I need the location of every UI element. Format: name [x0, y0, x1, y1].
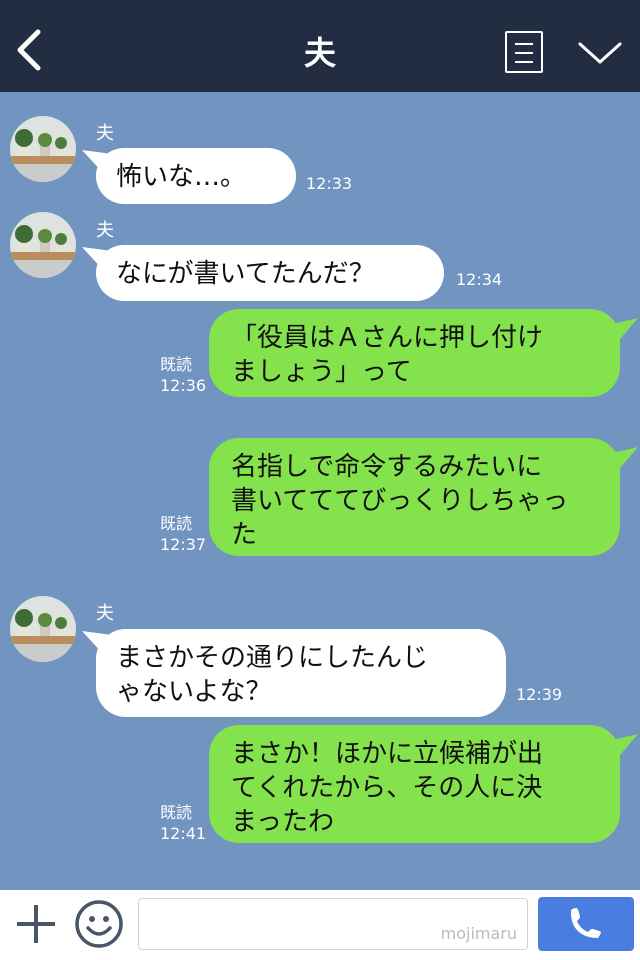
watermark: mojimaru [440, 924, 517, 943]
message-bubble[interactable]: 怖いな…。 [96, 148, 296, 204]
message-time: 12:37 [160, 535, 207, 554]
plant-photo-icon [10, 212, 76, 278]
emoji-button[interactable] [74, 899, 124, 949]
sender-name: 夫 [96, 220, 114, 241]
chat-area[interactable]: 夫 怖いな…。 12:33 夫 なにが書いてたんだ？ 12:34 既読 12:3… [0, 92, 640, 890]
smiley-icon [75, 900, 123, 948]
read-receipt: 既読 12:37 [160, 514, 207, 554]
message-bubble[interactable]: まさかその通りにしたんじ ゃないよな？ [96, 629, 506, 717]
call-button[interactable] [538, 897, 634, 951]
sender-name: 夫 [96, 603, 114, 624]
message-bubble[interactable]: まさか！ほかに立候補が出 てくれたから、その人に決 まったわ [209, 725, 620, 843]
message-bubble[interactable]: 「役員はＡさんに押し付け ましょう」って [209, 309, 620, 397]
phone-icon [571, 908, 601, 938]
plus-button[interactable] [14, 902, 58, 946]
chat-title: 夫 [303, 34, 336, 72]
message-input[interactable]: mojimaru [138, 898, 528, 950]
menu-button[interactable] [505, 31, 543, 73]
plus-icon [17, 905, 55, 943]
plant-photo-icon [10, 116, 76, 182]
message-time: 12:33 [306, 174, 353, 193]
chat-header: 夫 [0, 0, 640, 92]
message-time: 12:41 [160, 824, 207, 843]
collapse-button[interactable] [576, 38, 624, 68]
read-receipt: 既読 12:36 [160, 355, 207, 395]
plant-photo-icon [10, 596, 76, 662]
message-bubble[interactable]: 名指しで命令するみたいに 書いてててびっくりしちゃっ た [209, 438, 620, 556]
input-bar: mojimaru [0, 890, 640, 960]
message-time: 12:39 [516, 685, 563, 704]
avatar[interactable] [10, 116, 76, 182]
avatar[interactable] [10, 596, 76, 662]
message-time: 12:36 [160, 376, 207, 395]
chevron-down-icon [578, 42, 622, 64]
read-receipt: 既読 12:41 [160, 803, 207, 843]
sender-name: 夫 [96, 123, 114, 144]
message-bubble[interactable]: なにが書いてたんだ？ [96, 245, 444, 301]
avatar[interactable] [10, 212, 76, 278]
message-time: 12:34 [456, 270, 503, 289]
